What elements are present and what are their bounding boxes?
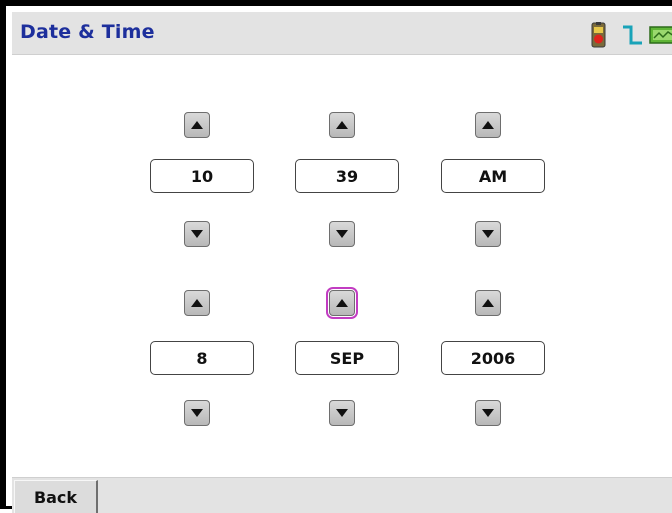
ampm-field[interactable]: AM: [441, 159, 545, 193]
triangle-up-icon: [336, 121, 348, 129]
year-increment-button[interactable]: [475, 290, 501, 316]
ampm-increment-button[interactable]: [475, 112, 501, 138]
triangle-up-icon: [336, 299, 348, 307]
triangle-down-icon: [482, 409, 494, 417]
page-title: Date & Time: [20, 21, 155, 43]
triangle-up-icon: [191, 299, 203, 307]
year-field[interactable]: 2006: [441, 341, 545, 375]
triangle-down-icon: [191, 230, 203, 238]
day-decrement-button[interactable]: [184, 400, 210, 426]
triangle-down-icon: [336, 409, 348, 417]
triangle-up-icon: [482, 121, 494, 129]
minute-decrement-button[interactable]: [329, 221, 355, 247]
triangle-up-icon: [191, 121, 203, 129]
title-bar: Date & Time: [12, 12, 672, 55]
triangle-down-icon: [482, 230, 494, 238]
month-field[interactable]: SEP: [295, 341, 399, 375]
minute-field[interactable]: 39: [295, 159, 399, 193]
hour-field[interactable]: 10: [150, 159, 254, 193]
year-decrement-button[interactable]: [475, 400, 501, 426]
month-increment-button[interactable]: [326, 287, 358, 319]
day-field[interactable]: 8: [150, 341, 254, 375]
device-screen: Date & Time 10 39 AM 8 SEP 2006 Back: [0, 0, 672, 513]
triangle-down-icon: [336, 230, 348, 238]
triangle-up-icon: [482, 299, 494, 307]
hour-increment-button[interactable]: [184, 112, 210, 138]
hour-decrement-button[interactable]: [184, 221, 210, 247]
back-button[interactable]: Back: [14, 480, 98, 513]
day-increment-button[interactable]: [184, 290, 210, 316]
month-decrement-button[interactable]: [329, 400, 355, 426]
bottom-bar: Back: [12, 477, 672, 513]
signal-icon: [623, 25, 642, 45]
sensor-icon: [649, 26, 672, 44]
minute-increment-button[interactable]: [329, 112, 355, 138]
date-time-editor: 10 39 AM 8 SEP 2006: [12, 55, 672, 477]
ampm-decrement-button[interactable]: [475, 221, 501, 247]
triangle-down-icon: [191, 409, 203, 417]
battery-icon: [591, 22, 606, 48]
